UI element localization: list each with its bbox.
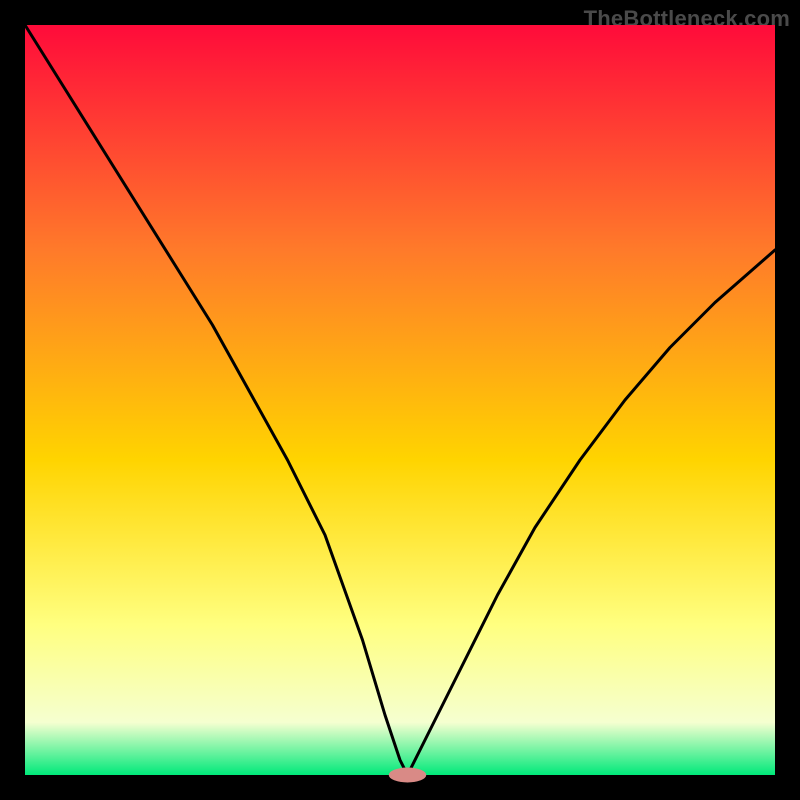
chart-frame: TheBottleneck.com bbox=[0, 0, 800, 800]
plot-background bbox=[25, 25, 775, 775]
optimal-marker bbox=[389, 768, 427, 783]
bottleneck-chart bbox=[0, 0, 800, 800]
